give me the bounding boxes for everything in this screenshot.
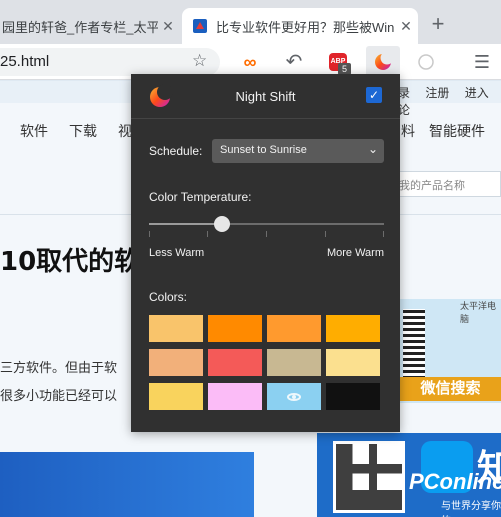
product-search-input[interactable]: 我的产品名称 bbox=[390, 171, 501, 197]
close-icon[interactable]: ✕ bbox=[158, 18, 178, 35]
color-swatch[interactable] bbox=[326, 349, 380, 376]
compass-extension-icon[interactable] bbox=[412, 48, 440, 76]
tab-title: 园里的轩爸_作者专栏_太平洋 bbox=[2, 19, 158, 35]
wechat-ad[interactable]: 太平洋电脑 微信搜索 bbox=[400, 299, 501, 403]
qr-code-image bbox=[333, 441, 405, 513]
eye-icon bbox=[287, 392, 301, 401]
new-tab-button[interactable]: + bbox=[424, 10, 452, 38]
temperature-slider-track[interactable] bbox=[149, 223, 384, 225]
color-swatch[interactable] bbox=[267, 315, 321, 342]
color-swatch[interactable] bbox=[326, 383, 380, 410]
article-headline: 10取代的软 bbox=[0, 247, 141, 277]
slider-tick bbox=[383, 231, 384, 237]
night-shift-popup: Night Shift ✓ Schedule: Sunset to Sunris… bbox=[131, 74, 400, 432]
popup-header: Night Shift ✓ bbox=[131, 74, 400, 119]
pconline-logo: PConline bbox=[409, 469, 501, 494]
slider-tick bbox=[149, 231, 150, 237]
more-warm-label: More Warm bbox=[326, 247, 384, 259]
tab-1[interactable]: 园里的轩爸_作者专栏_太平洋 ✕ bbox=[0, 8, 178, 44]
address-bar[interactable]: 25.html ☆ bbox=[0, 48, 220, 76]
nav-item[interactable]: 下载 bbox=[69, 121, 97, 141]
infinity-extension-icon[interactable]: ∞ bbox=[236, 48, 264, 76]
colors-label: Colors: bbox=[149, 290, 188, 304]
color-swatch[interactable] bbox=[208, 349, 262, 376]
reply-extension-icon[interactable]: ↶ bbox=[280, 48, 308, 76]
url-text: 25.html bbox=[0, 53, 50, 70]
color-swatch[interactable] bbox=[149, 383, 203, 410]
ad-slogan: 与世界分享你的 bbox=[441, 501, 501, 517]
schedule-label: Schedule: bbox=[149, 144, 203, 158]
nav-item[interactable]: 料 bbox=[401, 121, 415, 141]
color-swatch[interactable] bbox=[267, 383, 321, 410]
color-swatch[interactable] bbox=[267, 349, 321, 376]
article-text: 三方软件。但由于软 bbox=[0, 360, 118, 375]
site-favicon-icon bbox=[192, 18, 208, 34]
top-link[interactable]: 注册 bbox=[425, 86, 449, 100]
popup-title: Night Shift bbox=[235, 89, 296, 104]
article-text: 很多小功能已经可以 bbox=[0, 388, 118, 403]
nav-item[interactable]: 智能硬件 bbox=[429, 121, 485, 141]
ad-title: 微信搜索 bbox=[400, 377, 501, 401]
slider-tick bbox=[266, 231, 267, 237]
enable-checkbox[interactable]: ✓ bbox=[366, 87, 382, 103]
nav-item[interactable]: 视 bbox=[118, 121, 132, 141]
slider-tick bbox=[207, 231, 208, 237]
color-swatch[interactable] bbox=[208, 315, 262, 342]
color-swatch[interactable] bbox=[208, 383, 262, 410]
chevron-down-icon: ⌄ bbox=[367, 142, 378, 156]
menu-icon[interactable]: ☰ bbox=[468, 48, 496, 76]
temperature-slider-thumb[interactable] bbox=[213, 216, 230, 232]
tab-title: 比专业软件更好用？那些被Win1 bbox=[216, 19, 394, 35]
color-swatch[interactable] bbox=[149, 349, 203, 376]
tab-2-active[interactable]: 比专业软件更好用？那些被Win1 ✕ bbox=[182, 8, 418, 44]
color-swatch[interactable] bbox=[149, 315, 203, 342]
bookmark-star-icon[interactable]: ☆ bbox=[192, 51, 207, 71]
tab-strip: 园里的轩爸_作者专栏_太平洋 ✕ 比专业软件更好用？那些被Win1 ✕ + bbox=[0, 0, 501, 44]
ad-site-name: 太平洋电脑 bbox=[460, 301, 497, 324]
schedule-select[interactable]: Sunset to Sunrise ⌄ bbox=[212, 139, 384, 163]
slider-tick bbox=[325, 231, 326, 237]
nav-item[interactable]: 软件 bbox=[20, 121, 48, 141]
less-warm-label: Less Warm bbox=[149, 247, 205, 259]
temperature-slider-fill bbox=[149, 223, 222, 225]
color-swatch[interactable] bbox=[326, 315, 380, 342]
adblock-extension-icon[interactable]: ABP 5 bbox=[324, 48, 352, 76]
blue-banner-image bbox=[0, 452, 254, 517]
qr-code-image bbox=[403, 309, 425, 379]
pconline-ad[interactable]: 知 PConline 与世界分享你的 bbox=[317, 433, 501, 517]
color-temperature-label: Color Temperature: bbox=[149, 190, 252, 204]
schedule-value: Sunset to Sunrise bbox=[220, 144, 307, 156]
close-icon[interactable]: ✕ bbox=[394, 18, 418, 35]
